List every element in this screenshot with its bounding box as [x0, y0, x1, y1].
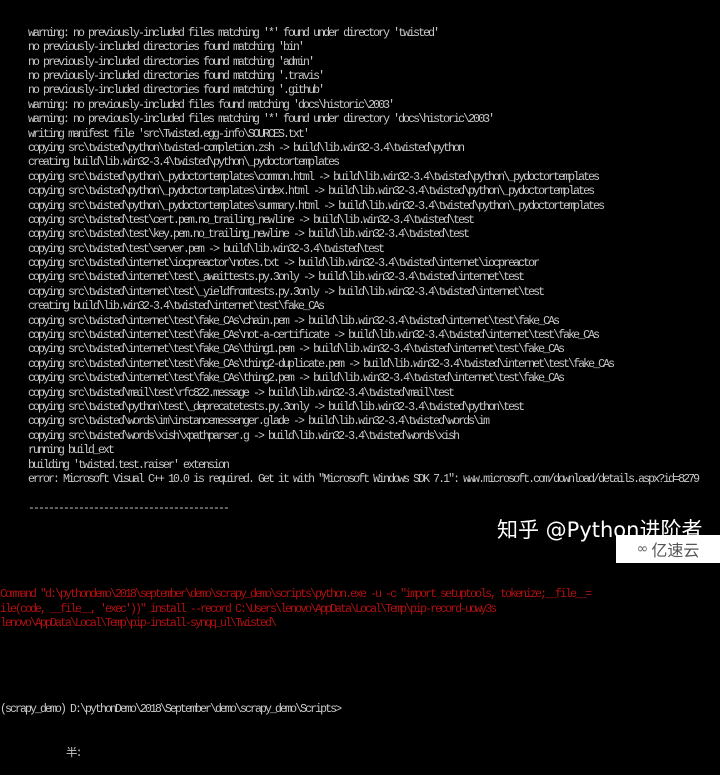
error-line: ile(code, __file__, 'exec'))" install --… — [0, 602, 497, 616]
ime-composition-text: 半: — [66, 746, 83, 760]
terminal-line: no previously-included directories found… — [28, 55, 315, 69]
terminal-line: copying src\twisted\python\_pydoctortemp… — [28, 185, 595, 199]
terminal-line: copying src\twisted\test\server.pem -> b… — [28, 242, 385, 256]
terminal-line: error: Microsoft Visual C++ 10.0 is requ… — [28, 472, 700, 486]
terminal-line: warning: no previously-included files fo… — [28, 98, 395, 112]
terminal-line: warning: no previously-included files ma… — [28, 26, 440, 40]
terminal-line: no previously-included directories found… — [28, 69, 325, 83]
yisu-cloud-logo-icon: ∞ — [636, 541, 649, 557]
terminal-line: copying src\twisted\python\test\_depreca… — [28, 400, 525, 414]
terminal-line: building 'twisted.test.raiser' extension — [28, 458, 230, 472]
terminal-line: copying src\twisted\python\_pydoctortemp… — [28, 170, 600, 184]
terminal-line: creating build\lib.win32-3.4\twisted\pyt… — [28, 156, 340, 170]
terminal-line: writing manifest file 'src\Twisted.egg-i… — [28, 127, 310, 141]
terminal-line: copying src\twisted\test\key.pem.no_trai… — [28, 228, 470, 242]
terminal-line: copying src\twisted\words\xish\xpathpars… — [28, 429, 460, 443]
terminal-line: running build_ext — [28, 444, 115, 458]
terminal-line: no previously-included directories found… — [28, 41, 305, 55]
logo-text: 亿速云 — [651, 541, 700, 560]
yisu-cloud-logo: ∞ 亿速云 — [616, 535, 720, 563]
terminal-line: copying src\twisted\internet\test\fake_C… — [28, 314, 560, 328]
command-prompt[interactable]: (scrapy_demo) D:\pythonDemo\2018\Septemb… — [0, 703, 720, 717]
terminal-line: copying src\twisted\test\cert.pem.no_tra… — [28, 213, 475, 227]
terminal-line: copying src\twisted\python\_pydoctortemp… — [28, 199, 605, 213]
terminal-line: warning: no previously-included files ma… — [28, 113, 495, 127]
terminal-line: copying src\twisted\internet\test\_yield… — [28, 285, 545, 299]
error-line: Command "d:\pythondemo\2018\september\de… — [0, 588, 592, 602]
terminal-line: no previously-included directories found… — [28, 84, 325, 98]
terminal-line: copying src\twisted\internet\test\fake_C… — [28, 329, 600, 343]
terminal-line: copying src\twisted\words\im\instancemes… — [28, 415, 490, 429]
terminal-line: copying src\twisted\internet\test\fake_C… — [28, 357, 615, 371]
error-line: lenovo\AppData\Local\Temp\pip-install-sy… — [0, 616, 277, 630]
terminal-line: copying src\twisted\python\twisted-compl… — [28, 141, 465, 155]
terminal-output: warning: no previously-included files ma… — [0, 0, 720, 775]
terminal-line: copying src\twisted\internet\test\_await… — [28, 271, 525, 285]
terminal-line: copying src\twisted\mail\test\rfc822.mes… — [28, 386, 455, 400]
terminal-line: copying src\twisted\internet\test\fake_C… — [28, 343, 565, 357]
terminal-line: copying src\twisted\internet\iocpreactor… — [28, 257, 540, 271]
terminal-line: creating build\lib.win32-3.4\twisted\int… — [28, 300, 325, 314]
terminal-line: copying src\twisted\internet\test\fake_C… — [28, 372, 565, 386]
